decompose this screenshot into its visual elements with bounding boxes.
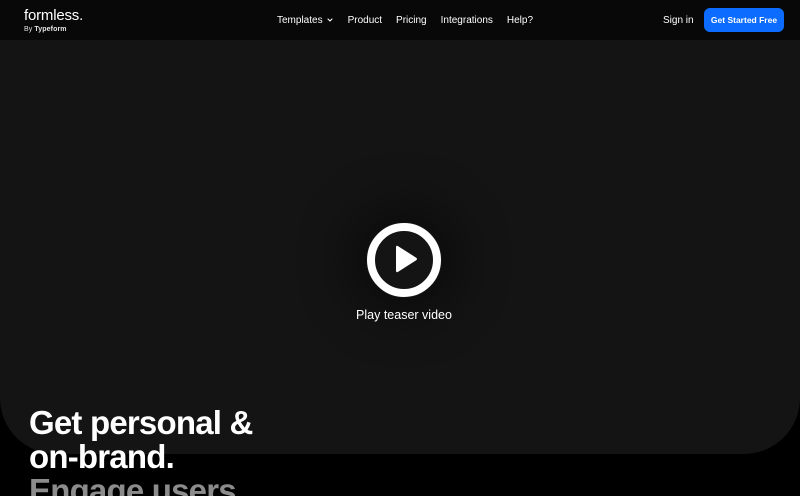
logo-by-text: By	[24, 26, 33, 33]
formless-logo[interactable]: formless. By Typeform	[24, 8, 83, 33]
headline-line-3: Engage users	[29, 472, 237, 496]
nav-item-label: Integrations	[440, 14, 493, 26]
logo-byline: By Typeform	[24, 26, 83, 33]
nav-item-label: Help?	[506, 14, 534, 26]
get-started-button[interactable]: Get Started Free	[704, 8, 784, 32]
page: formless. By Typeform Templates Product …	[0, 0, 800, 496]
nav-item-integrations[interactable]: Integrations	[441, 15, 493, 26]
nav-item-templates[interactable]: Templates	[277, 15, 334, 26]
play-video-button[interactable]	[366, 222, 442, 298]
main-nav: Templates Product Pricing Integrations H…	[277, 0, 533, 40]
nav-item-label: Product	[347, 14, 383, 26]
logo-brand-text: Typeform	[34, 26, 67, 33]
headline-line-1: Get personal &	[29, 404, 253, 441]
play-teaser-label: Play teaser video	[356, 308, 452, 322]
hero-headline: Get personal & on-brand. Engage users	[29, 406, 253, 496]
headline-line-2: on-brand.	[29, 438, 175, 475]
nav-item-label: Pricing	[396, 14, 427, 26]
chevron-down-icon	[327, 18, 333, 22]
nav-item-product[interactable]: Product	[348, 15, 382, 26]
nav-item-pricing[interactable]: Pricing	[396, 15, 427, 26]
nav-item-help[interactable]: Help?	[507, 15, 533, 26]
top-nav-bar: formless. By Typeform Templates Product …	[0, 0, 800, 40]
hero-video-panel[interactable]: Play teaser video	[0, 40, 800, 454]
logo-wordmark: formless.	[24, 7, 84, 24]
sign-in-link[interactable]: Sign in	[663, 0, 694, 40]
nav-item-label: Templates	[277, 14, 323, 26]
play-circle-icon	[367, 223, 441, 297]
